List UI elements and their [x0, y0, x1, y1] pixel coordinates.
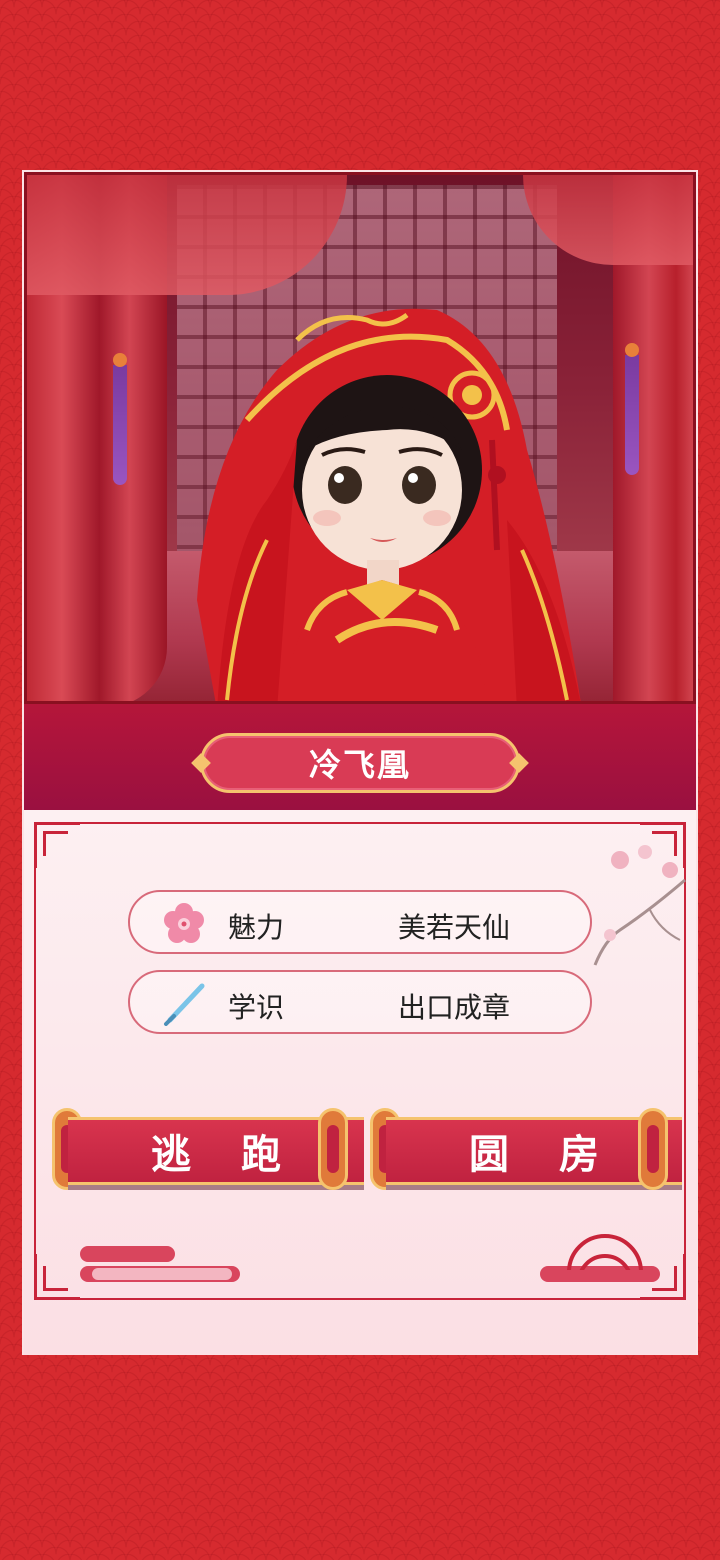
left-tassel-icon: [113, 353, 127, 485]
right-tassel-icon: [625, 343, 639, 475]
bride-avatar[interactable]: [187, 300, 587, 704]
stat-row-learning: 学识 出口成章: [128, 970, 592, 1034]
consummate-button-label: 圆 房: [469, 1132, 617, 1178]
character-name-plate: 冷飞凰: [191, 733, 529, 793]
plum-blossom-icon: [164, 903, 204, 943]
character-name: 冷飞凰: [308, 746, 411, 784]
sun-arc-decoration-icon: [565, 1230, 645, 1270]
stat-label: 魅力: [228, 911, 285, 944]
game-screen: { "character": { "name": "冷飞凰" }, "stats…: [0, 0, 720, 1560]
scroll-end-icon: [638, 1108, 668, 1190]
stat-value: 美若天仙: [398, 911, 511, 944]
stat-row-charm: 魅力 美若天仙: [128, 890, 592, 954]
stat-label: 学识: [228, 991, 285, 1024]
fret-corner-icon: [34, 822, 80, 868]
plum-branch-decoration-icon: [593, 845, 686, 966]
cloud-line-decoration-icon: [80, 1246, 175, 1262]
bridal-chamber-scene: [24, 172, 696, 704]
scroll-end-icon: [318, 1108, 348, 1190]
cloud-line-decoration-icon: [92, 1268, 232, 1280]
brush-icon: [164, 983, 205, 1026]
escape-button-label: 逃 跑: [151, 1132, 299, 1178]
fret-corner-icon: [34, 1254, 80, 1300]
stat-value: 出口成章: [398, 991, 511, 1024]
